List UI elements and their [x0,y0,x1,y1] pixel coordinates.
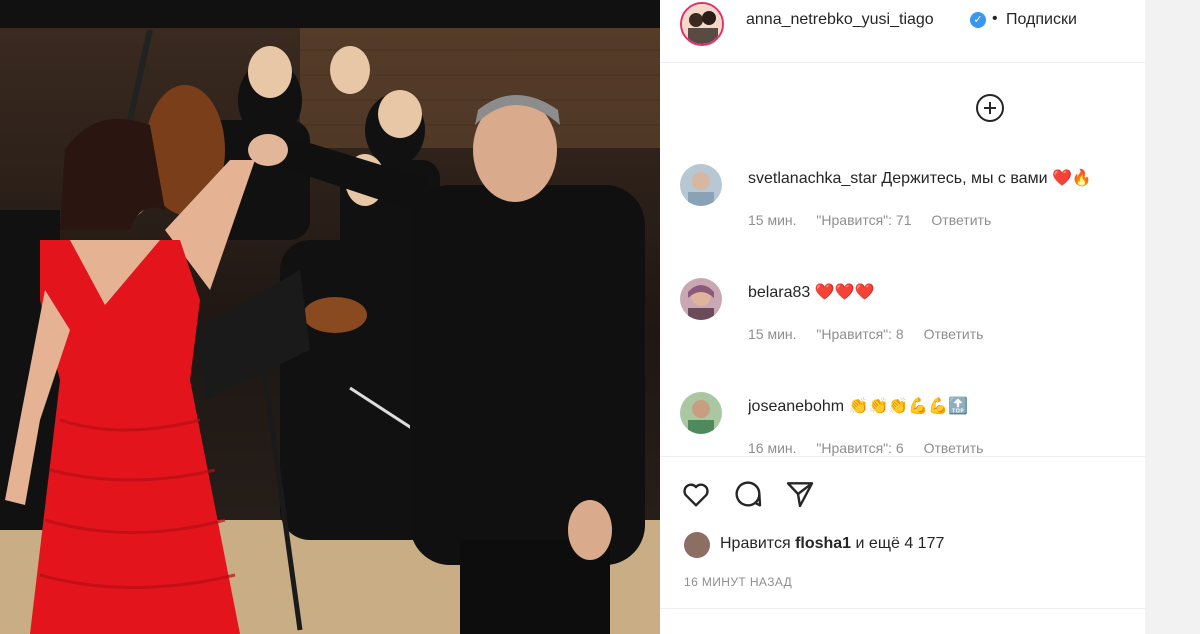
comment-username[interactable]: belara83 [748,284,810,301]
comment-likes[interactable]: "Нравится": 6 [816,440,903,456]
comment-text: belara83 ❤️❤️❤️ [748,282,1138,302]
post-photo[interactable] [0,0,660,634]
comment-icon[interactable] [732,478,764,510]
post-header: anna_netrebko_yusi_tiago ✓ • Подписки [660,0,1145,63]
comment-body: ❤️❤️❤️ [814,284,875,301]
comment-time: 15 мин. [748,212,797,228]
comment-text: svetlanachka_star Держитесь, мы с вами ❤… [748,168,1138,188]
heart-icon[interactable] [680,478,712,510]
comment-username[interactable]: svetlanachka_star [748,170,877,187]
likes-prefix: Нравится [720,535,791,552]
likes-summary[interactable]: Нравится flosha1 и ещё 4 177 [684,532,1084,560]
comment-username[interactable]: joseanebohm [748,398,844,415]
author-avatar-image [682,4,722,44]
comment-item: belara83 ❤️❤️❤️ 15 мин. "Нравится": 8 От… [660,264,1145,364]
post-actions [680,478,840,510]
divider [660,456,1145,457]
commenter-avatar[interactable] [680,392,722,434]
concert-photo-illustration [0,28,660,634]
author-avatar[interactable] [680,2,724,46]
commenter-avatar[interactable] [680,164,722,206]
comment-meta: 15 мин. "Нравится": 71 Ответить [748,212,1007,228]
comment-meta: 15 мин. "Нравится": 8 Ответить [748,326,999,342]
comment-body: 👏👏👏💪💪🔝 [848,398,969,415]
reply-button[interactable]: Ответить [931,212,991,228]
post-side-panel: anna_netrebko_yusi_tiago ✓ • Подписки sv… [660,0,1145,634]
separator-dot: • [992,10,998,27]
comment-likes[interactable]: "Нравится": 71 [816,212,911,228]
comments-list[interactable]: svetlanachka_star Держитесь, мы с вами ❤… [660,150,1145,456]
commenter-avatar-image [688,172,714,206]
following-button[interactable]: Подписки [1006,11,1077,29]
photo-top-bar [0,0,660,28]
likes-count[interactable]: и ещё 4 177 [856,535,945,552]
comment-item: svetlanachka_star Держитесь, мы с вами ❤… [660,150,1145,250]
post-frame: anna_netrebko_yusi_tiago ✓ • Подписки sv… [0,0,1145,634]
instagram-post-screenshot: anna_netrebko_yusi_tiago ✓ • Подписки sv… [0,0,1200,634]
reply-button[interactable]: Ответить [924,326,984,342]
comment-text: joseanebohm 👏👏👏💪💪🔝 [748,396,1138,416]
commenter-avatar[interactable] [680,278,722,320]
comment-likes[interactable]: "Нравится": 8 [816,326,903,342]
author-username[interactable]: anna_netrebko_yusi_tiago [746,11,934,29]
verified-icon: ✓ [970,12,986,28]
add-circle-icon[interactable] [976,94,1004,122]
comment-time: 16 мин. [748,440,797,456]
divider [660,608,1145,609]
comment-item: joseanebohm 👏👏👏💪💪🔝 16 мин. "Нравится": 6… [660,378,1145,456]
comment-body: Держитесь, мы с вами ❤️🔥 [881,170,1092,187]
comment-time: 15 мин. [748,326,797,342]
commenter-avatar-image [688,400,714,434]
background-gutter [1145,0,1200,634]
post-timestamp: 16 МИНУТ НАЗАД [684,575,793,589]
liker-username[interactable]: flosha1 [795,535,851,552]
share-icon[interactable] [784,478,816,510]
comment-meta: 16 мин. "Нравится": 6 Ответить [748,440,999,456]
likes-text: Нравится flosha1 и ещё 4 177 [720,535,944,553]
reply-button[interactable]: Ответить [924,440,984,456]
commenter-avatar-image [688,285,714,320]
liker-avatar [684,532,710,558]
